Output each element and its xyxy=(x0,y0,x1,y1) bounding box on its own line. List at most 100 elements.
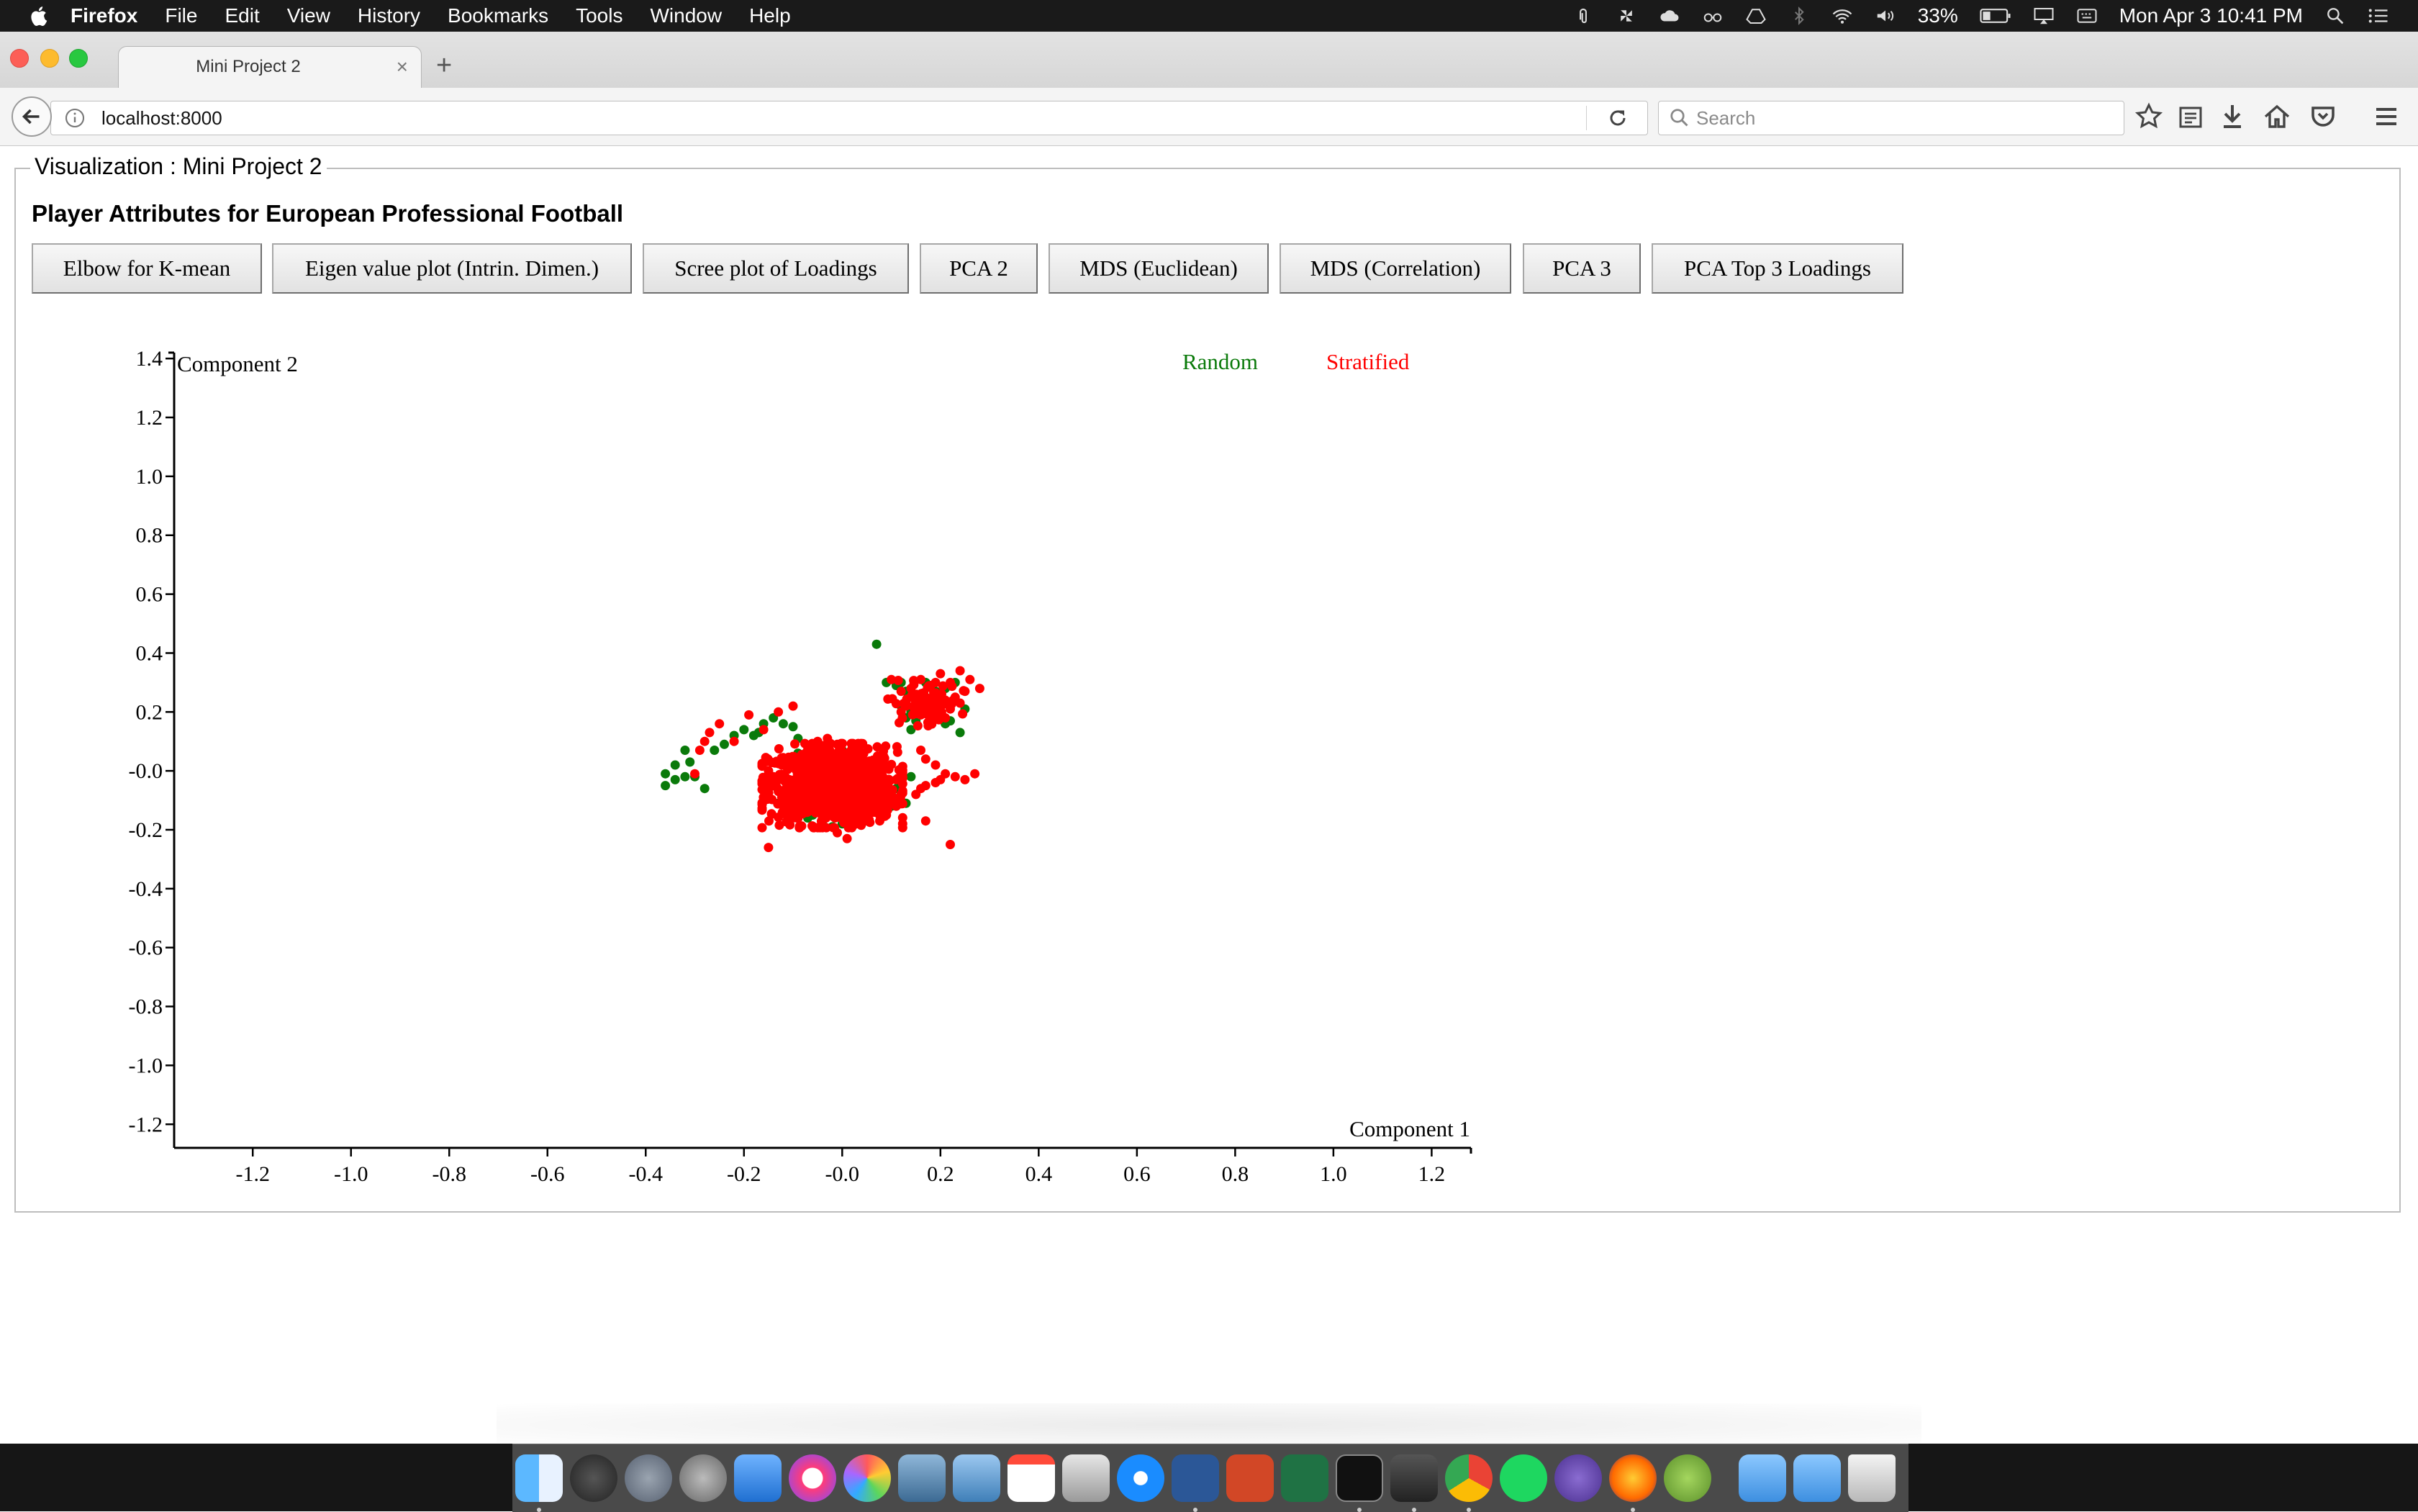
window-zoom-button[interactable] xyxy=(69,49,88,68)
site-info-icon[interactable] xyxy=(64,107,86,129)
menu-bookmarks[interactable]: Bookmarks xyxy=(448,4,548,27)
preview-icon[interactable] xyxy=(898,1454,946,1502)
trash-icon[interactable] xyxy=(1848,1454,1896,1502)
stratified-point xyxy=(897,812,907,823)
navigation-toolbar: localhost:8000 xyxy=(0,88,2418,146)
stratified-point xyxy=(869,784,879,795)
random-point xyxy=(680,746,690,755)
stratified-point xyxy=(789,808,799,818)
stratified-point xyxy=(729,736,739,746)
cloud-icon[interactable] xyxy=(1659,6,1680,25)
applications-folder-icon[interactable] xyxy=(1793,1454,1841,1502)
wifi-icon[interactable] xyxy=(1831,6,1853,25)
stratified-point xyxy=(757,823,767,833)
pinwheel-icon[interactable] xyxy=(1616,6,1637,25)
stratified-point xyxy=(831,761,841,771)
x-tick-label: 0.4 xyxy=(1025,1162,1053,1186)
url-text[interactable]: localhost:8000 xyxy=(101,107,222,130)
browser-tab[interactable]: Mini Project 2 × xyxy=(118,46,422,89)
terminal-icon[interactable] xyxy=(1336,1454,1383,1502)
battery-percent: 33% xyxy=(1917,4,1958,27)
search-input[interactable] xyxy=(1695,104,2101,132)
menu-file[interactable]: File xyxy=(165,4,197,27)
pocket-icon[interactable] xyxy=(2309,102,2337,131)
safari-icon[interactable] xyxy=(1117,1454,1164,1502)
stratified-point xyxy=(920,816,930,826)
home-icon[interactable] xyxy=(2263,102,2291,131)
notification-center-icon[interactable] xyxy=(2368,6,2389,25)
airplay-icon[interactable] xyxy=(2033,6,2055,25)
stratified-point xyxy=(787,751,797,761)
finder-icon[interactable] xyxy=(515,1454,563,1502)
apple-icon[interactable] xyxy=(27,5,49,27)
stratified-point xyxy=(862,815,871,825)
x-tick-label: -0.8 xyxy=(432,1162,466,1186)
github-desktop-icon[interactable] xyxy=(1554,1454,1602,1502)
stratified-point xyxy=(767,758,776,767)
spotify-icon[interactable] xyxy=(1500,1454,1547,1502)
android-studio-icon[interactable] xyxy=(1664,1454,1711,1502)
dashboard-icon[interactable] xyxy=(570,1454,617,1502)
launchpad-icon[interactable] xyxy=(625,1454,672,1502)
bookmark-star-icon[interactable] xyxy=(2134,102,2163,131)
search-bar[interactable] xyxy=(1658,101,2124,135)
calendar-icon[interactable] xyxy=(1008,1454,1055,1502)
stratified-point xyxy=(896,799,906,809)
stratified-point xyxy=(705,728,715,738)
window-close-button[interactable] xyxy=(10,49,29,68)
stratified-point xyxy=(814,796,824,806)
menubar-clock[interactable]: Mon Apr 3 10:41 PM xyxy=(2119,4,2303,27)
stratified-point xyxy=(792,770,802,780)
menu-window[interactable]: Window xyxy=(650,4,722,27)
glasses-icon[interactable] xyxy=(1702,6,1724,25)
keyboard-icon[interactable] xyxy=(2076,6,2098,25)
itunes-icon[interactable] xyxy=(789,1454,836,1502)
stratified-point xyxy=(872,742,882,752)
stratified-point xyxy=(807,821,817,831)
menu-tools[interactable]: Tools xyxy=(576,4,622,27)
menu-history[interactable]: History xyxy=(358,4,420,27)
downloads-folder-icon[interactable] xyxy=(1739,1454,1786,1502)
menu-view[interactable]: View xyxy=(287,4,330,27)
system-preferences-icon[interactable] xyxy=(679,1454,727,1502)
mail-icon[interactable] xyxy=(953,1454,1000,1502)
calculator-icon[interactable] xyxy=(1062,1454,1110,1502)
y-tick-label: -0.0 xyxy=(129,759,163,783)
chrome-icon[interactable] xyxy=(1445,1454,1493,1502)
battery-icon[interactable] xyxy=(1980,6,2011,25)
powerpoint-icon[interactable] xyxy=(1226,1454,1274,1502)
paperclip-icon[interactable] xyxy=(1572,6,1594,25)
window-minimize-button[interactable] xyxy=(40,49,59,68)
tab-close-icon[interactable]: × xyxy=(397,55,408,78)
word-icon[interactable] xyxy=(1172,1454,1219,1502)
stratified-point xyxy=(861,802,871,812)
menu-app-firefox[interactable]: Firefox xyxy=(71,4,137,27)
menu-help[interactable]: Help xyxy=(749,4,791,27)
volume-icon[interactable] xyxy=(1875,6,1896,25)
url-bar[interactable]: localhost:8000 xyxy=(50,101,1648,135)
hamburger-menu-icon[interactable] xyxy=(2372,102,2401,131)
stratified-point xyxy=(834,800,844,810)
back-button[interactable] xyxy=(12,96,52,137)
stratified-point xyxy=(757,778,767,788)
photos-icon[interactable] xyxy=(843,1454,891,1502)
macos-menu-bar: Firefox File Edit View History Bookmarks… xyxy=(0,0,2418,32)
new-tab-button[interactable]: + xyxy=(436,50,452,81)
downloads-icon[interactable] xyxy=(2218,102,2247,131)
spotlight-search-icon[interactable] xyxy=(2324,6,2346,25)
bookmarks-library-icon[interactable] xyxy=(2176,102,2205,131)
firefox-icon[interactable] xyxy=(1609,1454,1657,1502)
stratified-point xyxy=(909,702,919,712)
random-point xyxy=(720,739,729,749)
excel-icon[interactable] xyxy=(1281,1454,1328,1502)
sublime-text-icon[interactable] xyxy=(1390,1454,1438,1502)
drive-icon[interactable] xyxy=(1745,6,1767,25)
reload-icon[interactable] xyxy=(1607,107,1629,129)
menu-edit[interactable]: Edit xyxy=(225,4,259,27)
bluetooth-icon[interactable] xyxy=(1788,6,1810,25)
stratified-point xyxy=(757,805,767,815)
xcode-icon[interactable] xyxy=(734,1454,782,1502)
y-tick-label: -0.4 xyxy=(129,877,163,901)
stratified-point xyxy=(810,808,820,818)
x-tick-label: -1.0 xyxy=(334,1162,368,1186)
